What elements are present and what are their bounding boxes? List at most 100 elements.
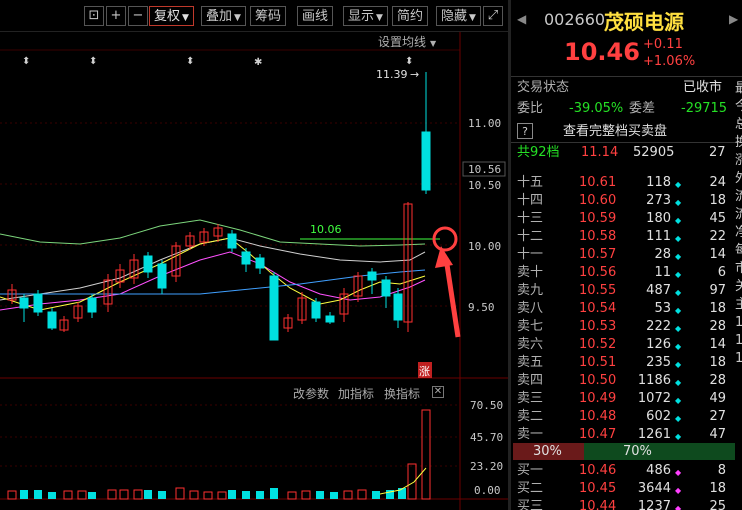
level-count: 6 xyxy=(717,265,726,280)
level-count: 18 xyxy=(709,193,726,208)
ask-row[interactable]: 卖十 10.56 11 ◆ 6 xyxy=(511,263,742,282)
ask-row[interactable]: 十五 10.61 118 ◆ 24 xyxy=(511,173,742,192)
overlay-button[interactable]: 叠加 ▼ xyxy=(201,6,246,26)
divider xyxy=(511,76,742,77)
weibi-label: 委比 xyxy=(517,101,544,116)
level-count: 8 xyxy=(717,463,726,478)
level-label: 卖三 xyxy=(517,391,544,406)
level-price: 10.58 xyxy=(579,229,617,244)
ask-row[interactable]: 十一 10.57 28 ◆ 14 xyxy=(511,245,742,264)
help-icon[interactable]: ? xyxy=(517,123,533,139)
level-price: 10.47 xyxy=(579,427,617,442)
hide-button[interactable]: 隐藏 ▼ xyxy=(436,6,481,26)
level-price: 10.46 xyxy=(579,463,617,478)
add-indicator-link[interactable]: 加指标 xyxy=(338,385,374,402)
event-marker[interactable]: ⬍ xyxy=(89,56,97,67)
ask-row[interactable]: 卖一 10.47 1261 ◆ 47 xyxy=(511,425,742,444)
level-volume: 1072 xyxy=(637,391,671,406)
chevron-down-icon: ▼ xyxy=(182,13,189,23)
ask-row[interactable]: 十二 10.58 111 ◆ 22 xyxy=(511,227,742,246)
ask-row[interactable]: 卖三 10.49 1072 ◆ 49 xyxy=(511,389,742,408)
level-volume: 118 xyxy=(646,175,671,190)
bid-row[interactable]: 买三 10.44 1237 ◆ 25 xyxy=(511,497,742,510)
ma-line-white xyxy=(0,237,426,301)
price-tick: 9.50 xyxy=(468,301,495,314)
level-price: 10.52 xyxy=(579,337,617,352)
lock-icon[interactable]: ⊡ xyxy=(84,6,104,26)
ma-line-green xyxy=(0,219,426,247)
chips-button[interactable]: 筹码 xyxy=(250,6,287,26)
kline-chart-area[interactable]: ⬍ ⬍ ⬍ ✱ ⬍ 11.00 10.56 10.50 10.00 9.50 7… xyxy=(0,32,508,510)
chips-label: 筹码 xyxy=(255,9,282,24)
ask-row[interactable]: 卖六 10.52 126 ◆ 14 xyxy=(511,335,742,354)
side-panel-char: 净 xyxy=(735,225,742,240)
price-tick: 10.00 xyxy=(468,240,501,253)
ask-row[interactable]: 卖四 10.50 1186 ◆ 28 xyxy=(511,371,742,390)
level-volume: 487 xyxy=(646,283,671,298)
level-volume: 111 xyxy=(646,229,671,244)
level-volume: 1237 xyxy=(637,499,671,510)
level-label: 十一 xyxy=(517,247,544,262)
side-panel-char: 今 xyxy=(735,99,742,114)
price-grid xyxy=(0,122,460,307)
status-row: 交易状态 已收市 xyxy=(511,78,742,97)
ask-row[interactable]: 卖七 10.53 222 ◆ 28 xyxy=(511,317,742,336)
full-book-link[interactable]: 查看完整档买卖盘 xyxy=(563,122,667,141)
level-price: 10.45 xyxy=(579,481,617,496)
next-stock-icon[interactable]: ▶ xyxy=(729,12,738,26)
level-price: 10.55 xyxy=(579,283,617,298)
event-marker[interactable]: ⬍ xyxy=(22,56,30,67)
adjust-button[interactable]: 复权 ▼ xyxy=(149,6,194,26)
level-price: 10.53 xyxy=(579,319,617,334)
prev-stock-icon[interactable]: ◀ xyxy=(517,12,526,26)
switch-indicator-link[interactable]: 换指标 xyxy=(384,385,420,402)
level-count: 24 xyxy=(709,175,726,190)
ask-row[interactable]: 卖九 10.55 487 ◆ 97 xyxy=(511,281,742,300)
ask-row[interactable]: 十四 10.60 273 ◆ 18 xyxy=(511,191,742,210)
level-count: 27 xyxy=(709,409,726,424)
event-marker[interactable]: ⬍ xyxy=(186,56,194,67)
ask-row[interactable]: 十三 10.59 180 ◆ 45 xyxy=(511,209,742,228)
candlesticks xyxy=(7,72,431,341)
simple-button[interactable]: 简约 xyxy=(392,6,429,26)
level-volume: 486 xyxy=(646,463,671,478)
draw-line-button[interactable]: 画线 xyxy=(297,6,334,26)
ma-level-label: 10.06 xyxy=(310,223,342,236)
kline-svg[interactable]: ⬍ ⬍ ⬍ ✱ ⬍ 11.00 10.56 10.50 10.00 9.50 7… xyxy=(0,32,508,510)
zoom-out-button[interactable]: − xyxy=(128,6,148,26)
level-count: 49 xyxy=(709,391,726,406)
volume-grid xyxy=(0,404,460,467)
side-panel-char: 1 xyxy=(735,333,742,348)
level-count: 97 xyxy=(709,283,726,298)
volume-tick: 70.50 xyxy=(470,399,503,412)
side-panel-char: 主 xyxy=(735,297,742,312)
total-levels-label: 共92档 xyxy=(517,145,560,160)
ask-row[interactable]: 卖五 10.51 235 ◆ 18 xyxy=(511,353,742,372)
level-volume: 1261 xyxy=(637,427,671,442)
level-volume: 602 xyxy=(646,409,671,424)
ma-settings-link[interactable]: 设置均线 xyxy=(378,35,426,49)
level-volume: 222 xyxy=(646,319,671,334)
ask-row[interactable]: 卖二 10.48 602 ◆ 27 xyxy=(511,407,742,426)
bid-row[interactable]: 买一 10.46 486 ◆ 8 xyxy=(511,461,742,480)
display-button[interactable]: 显示 ▼ xyxy=(343,6,388,26)
close-icon[interactable]: ✕ xyxy=(432,386,444,398)
level-price: 10.56 xyxy=(579,265,617,280)
level-volume: 126 xyxy=(646,337,671,352)
annotation-arrow-shaft xyxy=(443,257,461,338)
full-book-row[interactable]: ? 查看完整档买卖盘 xyxy=(511,122,742,141)
edit-params-link[interactable]: 改参数 xyxy=(293,385,329,402)
fullscreen-icon[interactable]: ⤢ xyxy=(483,6,503,26)
event-marker[interactable]: ⬍ xyxy=(405,56,413,67)
side-panel-char: 涨 xyxy=(735,153,742,168)
bid-row[interactable]: 买二 10.45 3644 ◆ 18 xyxy=(511,479,742,498)
zoom-in-button[interactable]: + xyxy=(106,6,126,26)
event-marker[interactable]: ✱ xyxy=(254,57,262,68)
stock-code: 002660 xyxy=(544,10,606,29)
level-label: 卖四 xyxy=(517,373,544,388)
chevron-down-icon: ▼ xyxy=(234,13,241,23)
side-panel-char: 1 xyxy=(735,315,742,330)
minus-glyph: − xyxy=(132,8,144,23)
weicha-value: -29715 xyxy=(681,101,728,116)
ask-row[interactable]: 卖八 10.54 53 ◆ 18 xyxy=(511,299,742,318)
